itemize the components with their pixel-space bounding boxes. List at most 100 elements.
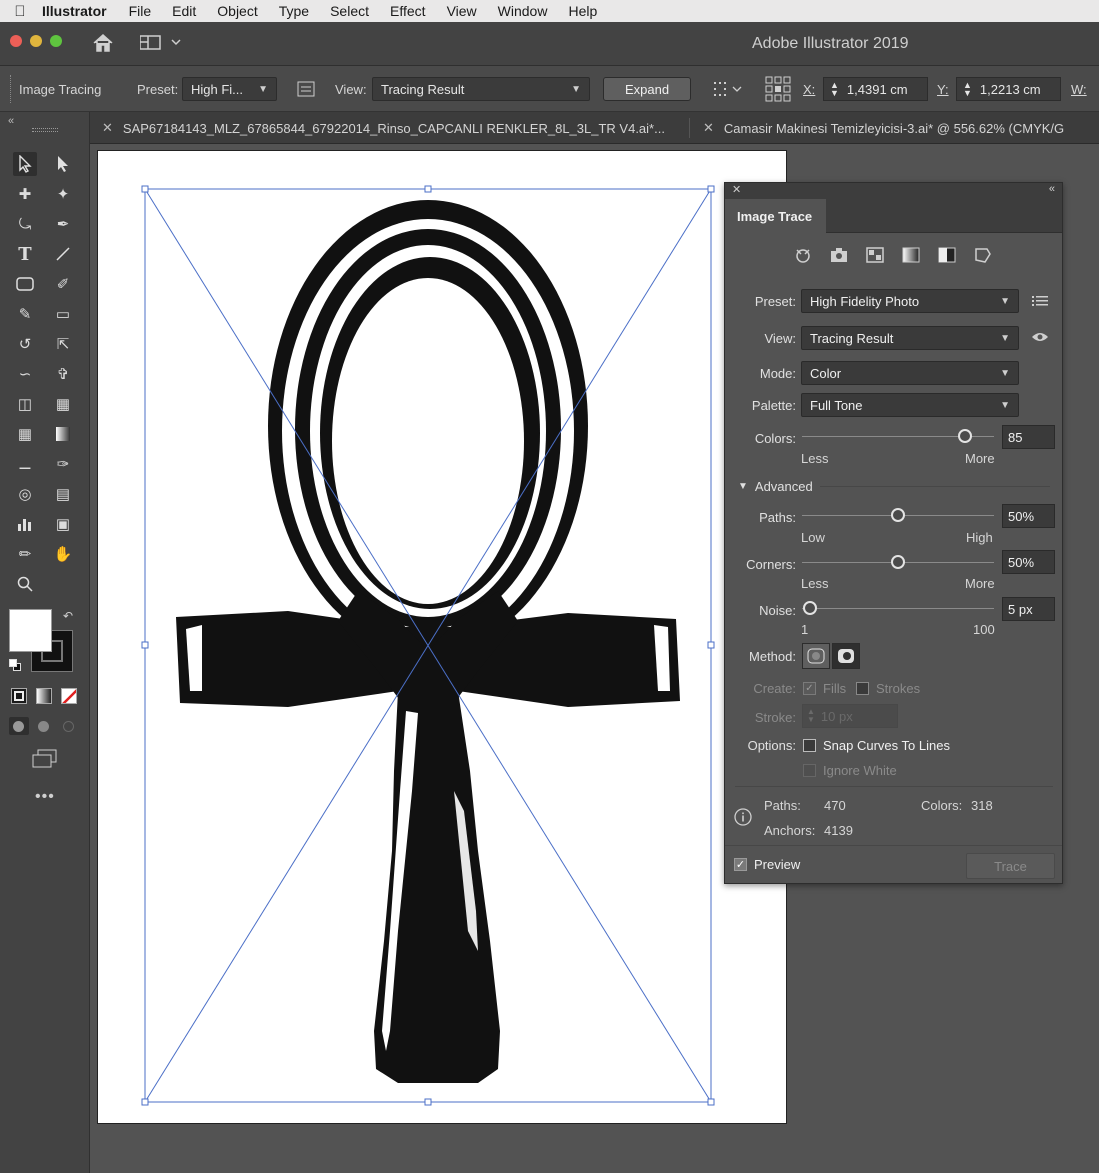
corners-slider-knob[interactable] [891, 555, 905, 569]
panel-tab-image-trace[interactable]: Image Trace [725, 199, 826, 233]
menu-window[interactable]: Window [498, 3, 548, 19]
black-and-white-preset-icon[interactable] [937, 246, 957, 267]
gradient-tool-icon[interactable] [51, 422, 75, 446]
corners-field[interactable]: 50% [1002, 550, 1055, 574]
collapse-panel-icon[interactable]: « [1049, 183, 1055, 195]
workspace-switcher-icon[interactable] [139, 35, 182, 54]
trace-panel-icon[interactable] [297, 66, 315, 112]
type-tool-icon[interactable]: T [13, 242, 37, 266]
menu-help[interactable]: Help [568, 3, 597, 19]
draw-behind-icon[interactable] [34, 717, 54, 735]
abutting-method-button[interactable] [802, 643, 830, 669]
eyedropper-tool-icon[interactable]: ✑ [51, 452, 75, 476]
close-panel-icon[interactable]: ✕ [732, 183, 741, 196]
default-fill-stroke-icon[interactable] [9, 659, 21, 671]
close-tab-icon[interactable]: ✕ [703, 120, 714, 136]
camera-preset-icon[interactable] [829, 246, 849, 267]
artboard-tool-icon[interactable]: ▣ [51, 512, 75, 536]
menu-type[interactable]: Type [279, 3, 309, 19]
measure-tool-icon[interactable]: ⚊ [13, 452, 37, 476]
grayscale-preset-icon[interactable] [901, 246, 921, 267]
noise-slider-knob[interactable] [802, 601, 817, 615]
palette-dropdown[interactable]: Full Tone ▼ [801, 393, 1019, 417]
zoom-window-button[interactable] [50, 35, 62, 47]
snap-curves-checkbox[interactable] [803, 739, 816, 752]
screen-mode-icon[interactable] [31, 749, 59, 772]
direct-selection-tool-icon[interactable] [51, 152, 75, 176]
symbol-sprayer-tool-icon[interactable]: ▤ [51, 482, 75, 506]
x-field[interactable]: ▲ ▼ 1,4391 cm [823, 77, 928, 101]
preset-dropdown[interactable]: High Fidelity Photo ▼ [801, 289, 1019, 313]
zoom-tool-icon[interactable] [13, 572, 37, 596]
fills-checkbox[interactable]: ✓ [803, 682, 816, 695]
group-selection-tool-icon[interactable]: ✚ [13, 182, 37, 206]
color-mode-icon[interactable] [11, 688, 27, 704]
menu-view[interactable]: View [447, 3, 477, 19]
strokes-checkbox[interactable] [856, 682, 869, 695]
perspective-grid-tool-icon[interactable]: ▦ [51, 392, 75, 416]
gradient-mode-icon[interactable] [36, 688, 52, 704]
document-tab[interactable]: ✕ Camasir Makinesi Temizleyicisi-3.ai* @… [703, 112, 1064, 144]
colors-field[interactable]: 85 [1002, 425, 1055, 449]
selection-tool-icon[interactable] [13, 152, 37, 176]
line-tool-icon[interactable] [51, 242, 75, 266]
eye-icon[interactable] [1031, 331, 1049, 346]
rectangle-tool-icon[interactable] [13, 272, 37, 296]
y-field[interactable]: ▲ ▼ 1,2213 cm [956, 77, 1061, 101]
menu-file[interactable]: File [129, 3, 152, 19]
pen-tool-icon[interactable]: ✒ [51, 212, 75, 236]
low-color-preset-icon[interactable] [865, 246, 885, 267]
overlapping-method-button[interactable] [832, 643, 860, 669]
close-window-button[interactable] [10, 35, 22, 47]
preset-dropdown[interactable]: High Fi... ▼ [182, 77, 277, 101]
colors-slider-knob[interactable] [958, 429, 973, 443]
home-icon[interactable] [92, 33, 114, 56]
collapse-panel-icon[interactable]: « [8, 115, 14, 127]
draw-inside-icon[interactable] [59, 717, 79, 735]
preview-checkbox[interactable]: ✓ [734, 858, 747, 871]
outline-preset-icon[interactable] [973, 246, 993, 267]
fill-swatch[interactable] [9, 609, 52, 652]
free-transform-tool-icon[interactable]: ◫ [13, 392, 37, 416]
stepper-icon[interactable]: ▲ ▼ [830, 81, 839, 98]
ankh-artwork[interactable] [98, 151, 788, 1125]
noise-field[interactable]: 5 px [1002, 597, 1055, 621]
close-tab-icon[interactable]: ✕ [102, 120, 113, 136]
paths-slider-knob[interactable] [891, 508, 905, 522]
reference-point-icon[interactable] [765, 66, 791, 112]
swap-fill-stroke-icon[interactable]: ↶ [63, 609, 73, 623]
minimize-window-button[interactable] [30, 35, 42, 47]
advanced-toggle[interactable]: ▼ Advanced [738, 479, 813, 494]
view-dropdown[interactable]: Tracing Result ▼ [372, 77, 590, 101]
shaper-tool-icon[interactable]: ✎ [13, 302, 37, 326]
view-dropdown[interactable]: Tracing Result ▼ [801, 326, 1019, 350]
draw-normal-icon[interactable] [9, 717, 29, 735]
noise-slider-track[interactable] [802, 608, 994, 609]
magic-wand-icon[interactable]: ✦ [51, 182, 75, 206]
scale-tool-icon[interactable]: ⇱ [51, 332, 75, 356]
ignore-white-checkbox[interactable] [803, 764, 816, 777]
column-graph-tool-icon[interactable] [13, 512, 37, 536]
expand-button[interactable]: Expand [603, 77, 691, 101]
blend-tool-icon[interactable]: ◎ [13, 482, 37, 506]
stepper-icon[interactable]: ▲ ▼ [963, 81, 972, 98]
none-mode-icon[interactable] [61, 688, 77, 704]
menu-effect[interactable]: Effect [390, 3, 426, 19]
auto-color-preset-icon[interactable] [793, 246, 813, 267]
apple-icon[interactable]:  [0, 3, 40, 20]
lasso-tool-icon[interactable]: ⤿ [13, 212, 37, 236]
menu-edit[interactable]: Edit [172, 3, 196, 19]
app-menu[interactable]: Illustrator [42, 3, 107, 19]
mesh-tool-icon[interactable]: ▦ [13, 422, 37, 446]
paintbrush-tool-icon[interactable]: ✐ [51, 272, 75, 296]
mode-dropdown[interactable]: Color ▼ [801, 361, 1019, 385]
align-icon[interactable] [713, 66, 745, 112]
trace-button[interactable]: Trace [966, 853, 1055, 879]
pin-tool-icon[interactable]: ✞ [51, 362, 75, 386]
rotate-tool-icon[interactable]: ↺ [13, 332, 37, 356]
panel-header[interactable]: ✕ « [725, 183, 1062, 199]
document-tab[interactable]: ✕ SAP67184143_MLZ_67865844_67922014_Rins… [102, 112, 665, 144]
menu-object[interactable]: Object [217, 3, 257, 19]
hand-tool-icon[interactable]: ✋ [51, 542, 75, 566]
width-tool-icon[interactable]: ∽ [13, 362, 37, 386]
